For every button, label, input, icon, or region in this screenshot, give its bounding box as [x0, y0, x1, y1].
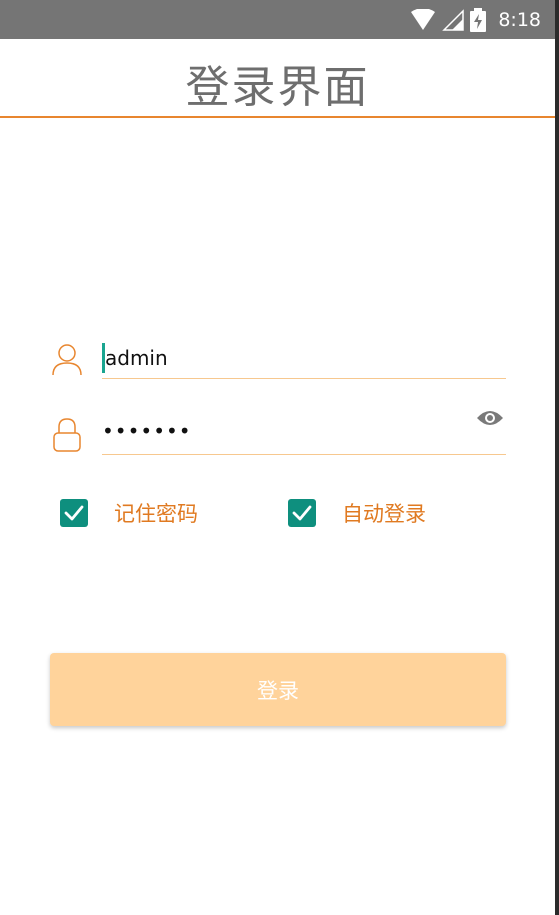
- auto-login-checkbox[interactable]: 自动登录: [288, 498, 426, 528]
- lock-icon: [53, 418, 81, 452]
- checkmark-icon: [292, 505, 312, 521]
- wifi-icon: [411, 8, 436, 30]
- remember-password-label[interactable]: 记住密码: [114, 498, 198, 528]
- password-underline: [102, 454, 506, 455]
- signal-icon: [442, 8, 465, 31]
- checkbox-checked[interactable]: [60, 499, 88, 527]
- title-bar: 登录界面: [0, 39, 555, 118]
- password-row: •••••••: [50, 405, 506, 457]
- screen-edge: [555, 0, 559, 915]
- battery-charging-icon: [470, 7, 487, 32]
- auto-login-label[interactable]: 自动登录: [342, 498, 426, 528]
- username-row: [50, 340, 506, 382]
- page-title: 登录界面: [185, 62, 370, 113]
- password-input[interactable]: •••••••: [102, 419, 192, 443]
- user-icon: [52, 344, 82, 376]
- remember-password-checkbox[interactable]: 记住密码: [60, 498, 198, 528]
- status-time: 8:18: [498, 8, 541, 31]
- login-button[interactable]: 登录: [50, 653, 506, 726]
- checkmark-icon: [64, 505, 84, 521]
- eye-icon[interactable]: [476, 408, 504, 428]
- username-underline: [102, 378, 506, 379]
- status-bar: 8:18: [0, 0, 555, 39]
- username-input[interactable]: [102, 341, 465, 375]
- checkbox-checked[interactable]: [288, 499, 316, 527]
- status-icons: 8:18: [410, 0, 541, 39]
